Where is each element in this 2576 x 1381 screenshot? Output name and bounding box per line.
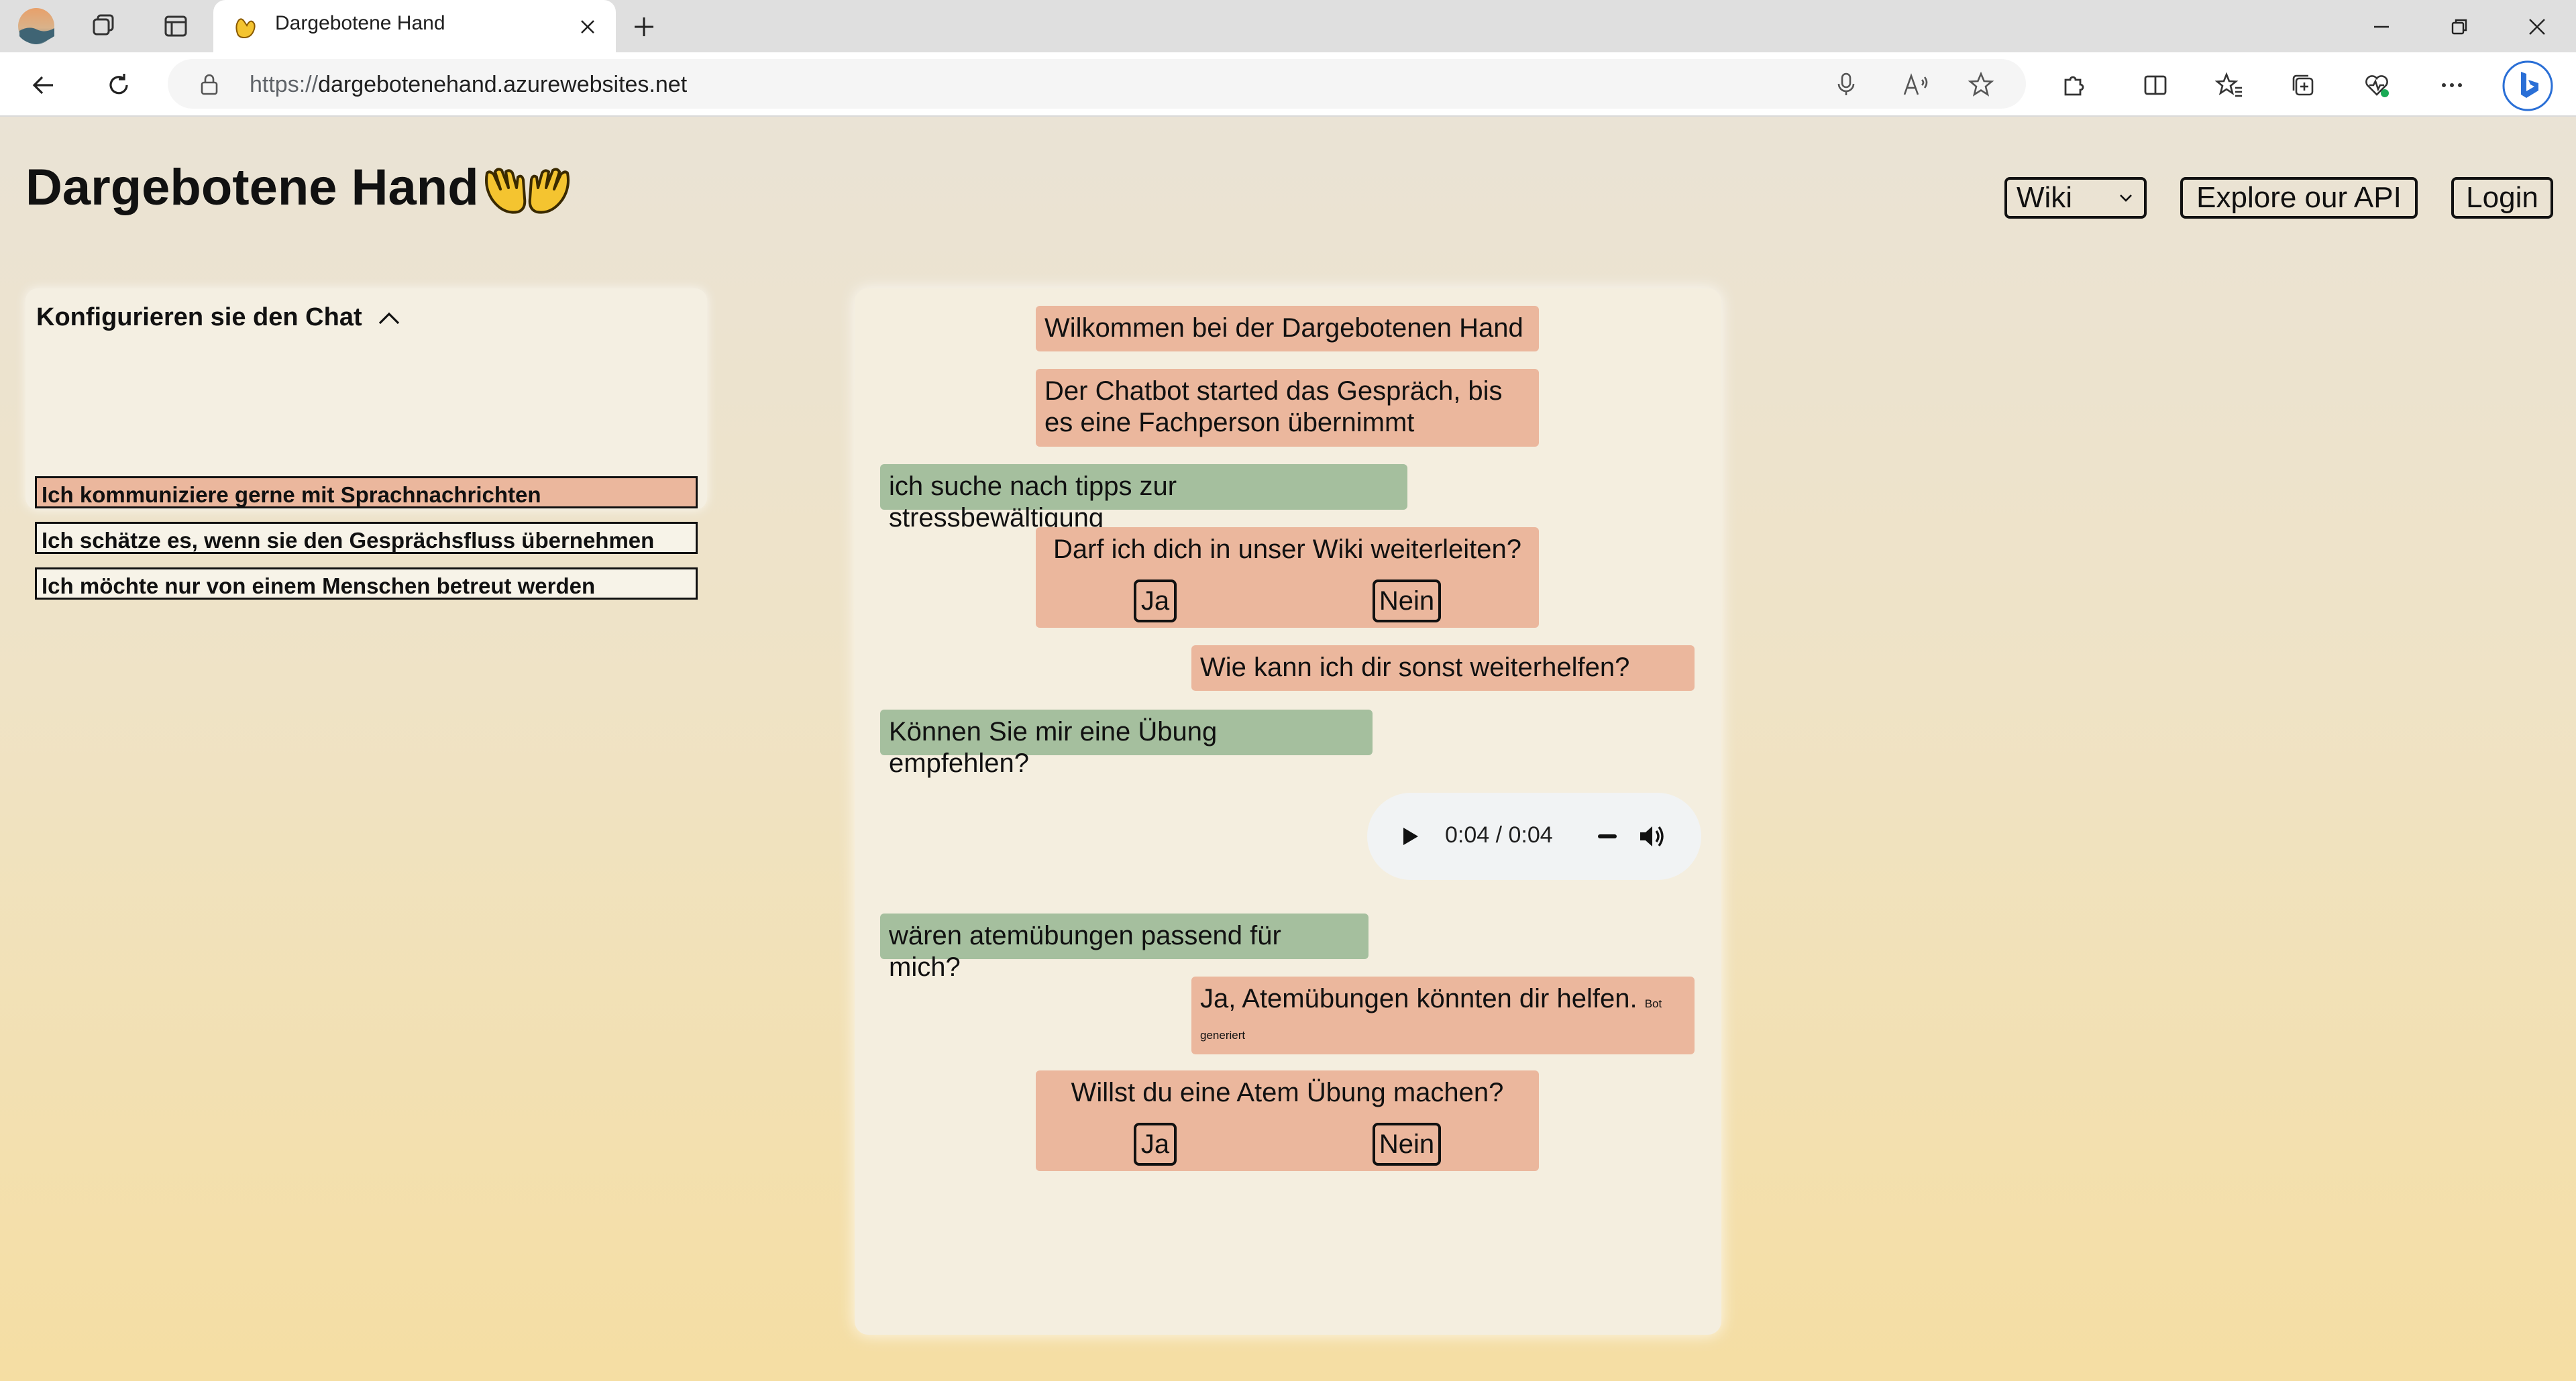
- play-icon[interactable]: [1395, 822, 1425, 851]
- chat-message-bot: Willst du eine Atem Übung machen? Ja Nei…: [1036, 1070, 1539, 1171]
- browser-toolbar: https://dargebotenehand.azurewebsites.ne…: [0, 52, 2576, 117]
- config-option-human[interactable]: Ich möchte nur von einem Menschen betreu…: [35, 567, 698, 600]
- config-option-guided[interactable]: Ich schätze es, wenn sie den Gesprächsfl…: [35, 522, 698, 554]
- no-button[interactable]: Nein: [1373, 579, 1441, 622]
- chat-message-bot: Der Chatbot started das Gespräch, bis es…: [1036, 369, 1539, 447]
- chevron-up-icon: [376, 305, 402, 331]
- audio-progress-bar[interactable]: [1594, 822, 1621, 851]
- audio-player: 0:04 / 0:04: [1367, 793, 1701, 880]
- favorite-star-icon[interactable]: [1966, 70, 1996, 99]
- hands-icon: [483, 165, 572, 222]
- tab-actions-icon[interactable]: [158, 11, 193, 42]
- chat-message-user: ich suche nach tipps zur stressbewältigu…: [880, 464, 1407, 533]
- wiki-select-value: Wiki: [2017, 181, 2073, 214]
- chat-message-bot: Wilkommen bei der Dargebotenen Hand: [1036, 306, 1539, 351]
- site-title: Dargebotene Hand: [25, 159, 479, 216]
- volume-icon[interactable]: [1635, 820, 1669, 852]
- chevron-down-icon: [2117, 189, 2135, 207]
- no-button[interactable]: Nein: [1373, 1123, 1441, 1166]
- refresh-icon[interactable]: [102, 68, 136, 102]
- restore-icon[interactable]: [2439, 12, 2479, 42]
- message-text: Der Chatbot started das Gespräch, bis es…: [1044, 376, 1503, 437]
- yes-button[interactable]: Ja: [1134, 1123, 1177, 1166]
- new-tab-icon[interactable]: [628, 12, 660, 42]
- profile-avatar-icon[interactable]: [15, 8, 58, 44]
- more-options-icon[interactable]: [2435, 68, 2469, 102]
- login-button[interactable]: Login: [2451, 177, 2553, 219]
- message-text: Wilkommen bei der Dargebotenen Hand: [1044, 313, 1523, 343]
- message-text: ich suche nach tipps zur stressbewältigu…: [889, 472, 1177, 533]
- tab-favicon-icon: [231, 12, 260, 42]
- chat-message-bot: Ja, Atemübungen könnten dir helfen. Bot …: [1191, 977, 1695, 1054]
- split-screen-icon[interactable]: [2139, 68, 2172, 102]
- chat-message-bot: Wie kann ich dir sonst weiterhelfen?: [1191, 645, 1695, 691]
- yes-button[interactable]: Ja: [1134, 579, 1177, 622]
- back-icon[interactable]: [27, 68, 60, 102]
- page-content: Dargebotene Hand Wiki Explore our API Lo…: [0, 117, 2576, 1381]
- browser-essentials-icon[interactable]: [2360, 68, 2394, 102]
- message-text: Darf ich dich in unser Wiki weiterleiten…: [1053, 535, 1522, 564]
- message-text: Willst du eine Atem Übung machen?: [1071, 1078, 1504, 1107]
- url-protocol: https://: [250, 72, 319, 97]
- audio-time: 0:04 / 0:04: [1445, 822, 1553, 848]
- active-tab[interactable]: Dargebotene Hand: [213, 0, 616, 52]
- extensions-icon[interactable]: [2057, 68, 2090, 102]
- collections-icon[interactable]: [2286, 68, 2320, 102]
- config-toggle[interactable]: Konfigurieren sie den Chat: [36, 303, 402, 332]
- message-text: wären atemübungen passend für mich?: [889, 921, 1281, 982]
- workspaces-icon[interactable]: [86, 11, 121, 42]
- lock-icon[interactable]: [196, 71, 223, 98]
- read-aloud-icon[interactable]: [1900, 70, 1933, 99]
- close-tab-icon[interactable]: [574, 13, 601, 40]
- wiki-select[interactable]: Wiki: [2004, 177, 2147, 219]
- chat-config-panel: Konfigurieren sie den Chat Ich kommunizi…: [25, 288, 707, 600]
- message-text: Wie kann ich dir sonst weiterhelfen?: [1200, 653, 1630, 682]
- chat-message-user: wären atemübungen passend für mich?: [880, 914, 1368, 982]
- message-text: Können Sie mir eine Übung empfehlen?: [889, 717, 1218, 778]
- close-window-icon[interactable]: [2517, 12, 2557, 42]
- explore-api-button[interactable]: Explore our API: [2180, 177, 2418, 219]
- chat-message-user: Können Sie mir eine Übung empfehlen?: [880, 710, 1373, 778]
- url-host: dargebotenehand.azurewebsites.net: [318, 72, 688, 97]
- tab-title: Dargebotene Hand: [275, 12, 445, 34]
- microphone-icon[interactable]: [1831, 70, 1861, 99]
- minimize-icon[interactable]: [2361, 12, 2402, 42]
- message-text: Ja, Atemübungen könnten dir helfen.: [1200, 984, 1638, 1013]
- chat-message-bot: Darf ich dich in unser Wiki weiterleiten…: [1036, 527, 1539, 628]
- url-text[interactable]: https://dargebotenehand.azurewebsites.ne…: [250, 72, 687, 98]
- config-option-voice[interactable]: Ich kommuniziere gerne mit Sprachnachric…: [35, 476, 698, 508]
- config-title: Konfigurieren sie den Chat: [36, 303, 362, 331]
- favorites-icon[interactable]: [2212, 68, 2246, 102]
- chat-panel: Wilkommen bei der Dargebotenen Hand Der …: [855, 288, 1721, 1335]
- address-bar[interactable]: https://dargebotenehand.azurewebsites.ne…: [168, 59, 2026, 109]
- copilot-icon[interactable]: [2500, 59, 2556, 113]
- browser-tab-bar: Dargebotene Hand: [0, 0, 2576, 52]
